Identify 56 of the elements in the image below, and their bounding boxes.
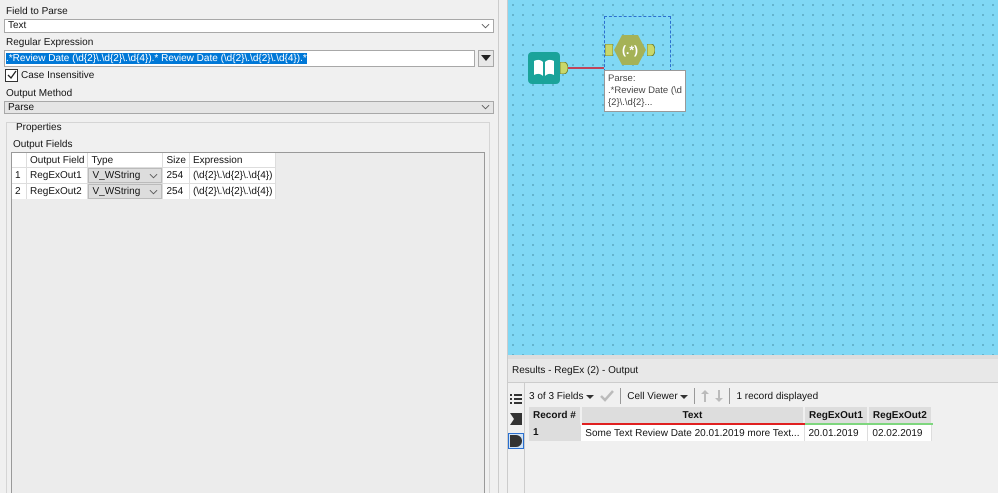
caret-icon: [680, 394, 688, 398]
table-cell: (\d{2}\.\d{2}\.\d{4}): [189, 168, 276, 184]
arrow-up-icon[interactable]: [701, 390, 710, 402]
table-cell: 02.02.2019: [868, 424, 932, 441]
fields-selector[interactable]: 3 of 3 Fields: [529, 390, 594, 402]
chevron-icon: [149, 188, 158, 194]
table-cell: RegExOut2: [26, 184, 88, 199]
type-dropdown[interactable]: V_WString: [88, 168, 162, 183]
chevron-icon: [149, 172, 158, 178]
column-header: Type: [88, 153, 163, 168]
table-cell: Some Text Review Date 20.01.2019 more Text...: [580, 424, 804, 441]
tool-annotation: Parse: .*Review Date (\d {2}\.\d{2}...: [604, 70, 686, 112]
section-label: Output Fields: [13, 139, 74, 150]
caret-icon: [586, 394, 594, 398]
column-header: RegExOut1: [804, 407, 868, 424]
cell-viewer-dropdown[interactable]: Cell Viewer: [627, 390, 688, 402]
chevron-icon: [481, 22, 490, 29]
row-number: 1: [12, 168, 26, 184]
column-header: Text: [580, 407, 804, 424]
tag-icon[interactable]: [510, 413, 522, 425]
field-label: Field to Parse: [6, 6, 69, 17]
column-header: Expression: [189, 153, 276, 168]
group-title: Properties: [16, 122, 63, 133]
input-tool-icon[interactable]: [528, 52, 560, 84]
chevron-icon: [481, 104, 490, 110]
method-dropdown[interactable]: Parse: [4, 100, 494, 114]
tool-symbol: (.*): [622, 43, 638, 57]
table-cell: 254: [162, 184, 190, 199]
regex-field[interactable]: .*Review Date (\d{2}\.\d{2}\.\d{4}).* Review Date (\d{2}\.\d{2}\.\d{4}).*: [4, 50, 475, 66]
hexagon-icon: [613, 33, 647, 67]
type-dropdown[interactable]: V_WString: [88, 184, 162, 199]
output-anchor-icon: [560, 62, 568, 74]
check-icon: [6, 70, 16, 80]
field-label: Regular Expression: [6, 36, 94, 48]
table-cell: (\d{2}\.\d{2}\.\d{4}): [189, 184, 276, 199]
table-cell: RegExOut1: [26, 168, 88, 184]
record-count: 1 record displayed: [736, 390, 818, 402]
column-header: Output Field: [26, 153, 88, 168]
output-anchor-icon: [647, 44, 655, 56]
case-checkbox[interactable]: Case Insensitive: [5, 68, 493, 82]
table-cell: 254: [162, 168, 190, 184]
table-cell: 20.01.2019: [804, 424, 868, 441]
arrow-down-icon[interactable]: [715, 390, 724, 402]
column-header: Record #: [529, 407, 581, 424]
table-cell: 1: [529, 424, 581, 441]
field-dropdown[interactable]: Text: [4, 19, 494, 32]
dropdown-button[interactable]: [478, 50, 494, 66]
output-anchor-icon[interactable]: [508, 433, 524, 449]
connection-line: [568, 67, 604, 69]
caret-icon: [481, 55, 491, 61]
results-title: Results - RegEx (2) - Output: [508, 359, 998, 383]
list-icon[interactable]: [510, 393, 522, 405]
column-header: RegExOut2: [868, 407, 932, 424]
row-number: 2: [12, 184, 26, 199]
check-icon[interactable]: [600, 390, 614, 402]
field-label: Output Method: [6, 88, 74, 98]
